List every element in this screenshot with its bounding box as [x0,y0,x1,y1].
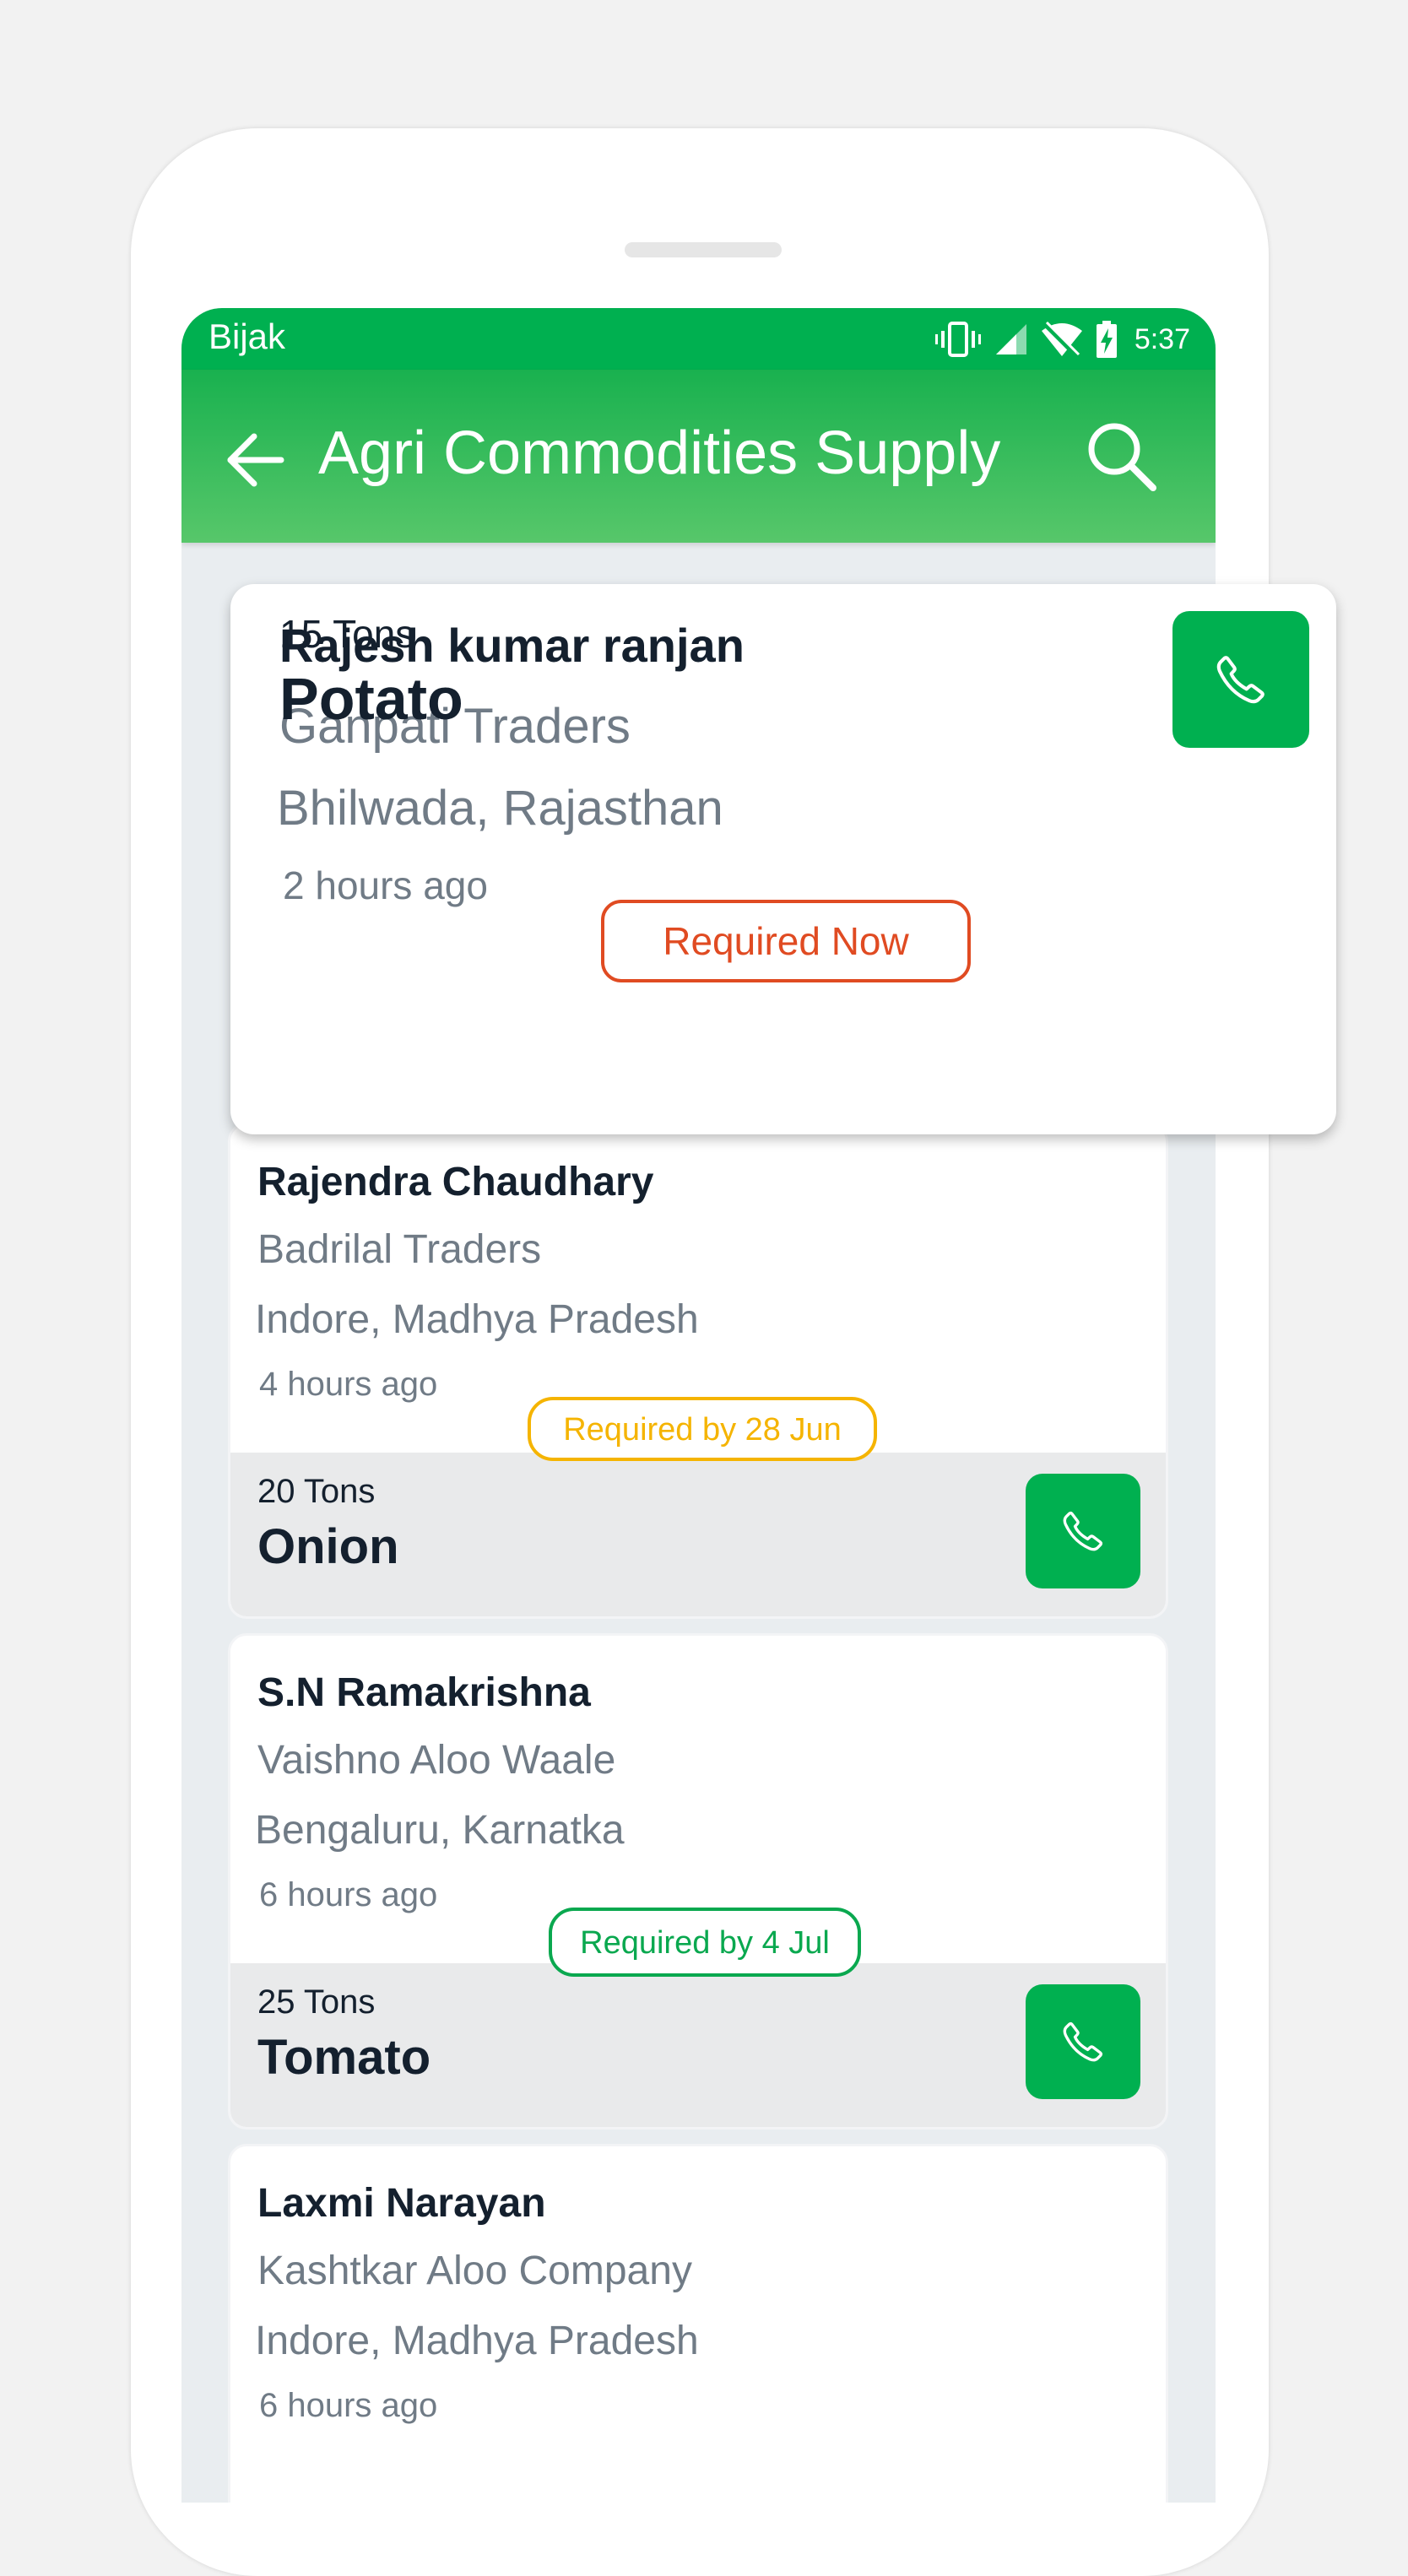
status-app-name: Bijak [208,317,286,356]
phone-icon [1216,656,1264,704]
listing-card[interactable]: Laxmi Narayan Kashtkar Aloo Company Indo… [228,2144,1168,2503]
listing-footer: 25 Tons Tomato [230,1963,1166,2127]
required-badge: Required Now [601,900,971,982]
phone-icon [1063,2021,1103,2062]
buyer-name: Rajendra Chaudhary [257,1160,654,1204]
posted-time: 6 hours ago [259,2387,438,2424]
status-icons: 5:37 [934,320,1190,359]
posted-time: 4 hours ago [259,1366,438,1403]
location: Indore, Madhya Pradesh [255,1297,699,1342]
company-name: Badrilal Traders [257,1227,542,1272]
commodity-name: Potato [279,666,463,732]
required-badge: Required by 4 Jul [549,1908,861,1977]
vibrate-icon [934,322,981,357]
location: Indore, Madhya Pradesh [255,2319,699,2363]
wifi-off-icon [1041,321,1082,358]
cell-signal-icon [995,324,1026,354]
posted-time: 2 hours ago [283,863,488,907]
posted-time: 6 hours ago [259,1876,438,1913]
quantity: 15 Tons [279,612,415,656]
company-name: Kashtkar Aloo Company [257,2249,692,2293]
call-button[interactable] [1026,1984,1140,2099]
battery-charging-icon [1096,321,1117,358]
buyer-name: S.N Ramakrishna [257,1670,591,1715]
listing-card[interactable]: S.N Ramakrishna Vaishno Aloo Waale Benga… [228,1633,1168,2130]
call-button[interactable] [1172,611,1309,748]
phone-icon [1063,1511,1103,1551]
commodity-name: Tomato [257,2030,431,2085]
page-title: Agri Commodities Supply [318,419,1001,487]
buyer-name: Laxmi Narayan [257,2181,546,2226]
app-bar: Agri Commodities Supply [181,370,1216,543]
listing-card-highlighted[interactable]: Rajesh kumar ranjan Ganpati Traders Bhil… [230,584,1336,1134]
listing-footer: 20 Tons Onion [230,1453,1166,1616]
status-time: 5:37 [1134,322,1190,355]
quantity: 20 Tons [257,1473,376,1510]
location: Bengaluru, Karnatka [255,1808,625,1853]
call-button[interactable] [1026,1474,1140,1588]
listing-card[interactable]: Rajendra Chaudhary Badrilal Traders Indo… [228,1123,1168,1619]
quantity: 25 Tons [257,1983,376,2021]
back-arrow-icon[interactable] [224,429,286,491]
company-name: Vaishno Aloo Waale [257,1738,616,1783]
search-icon[interactable] [1082,417,1160,495]
status-bar: Bijak 5:37 [181,308,1216,370]
phone-speaker [625,242,782,257]
location: Bhilwada, Rajasthan [277,781,723,836]
commodity-name: Onion [257,1519,399,1574]
required-badge: Required by 28 Jun [528,1397,877,1461]
